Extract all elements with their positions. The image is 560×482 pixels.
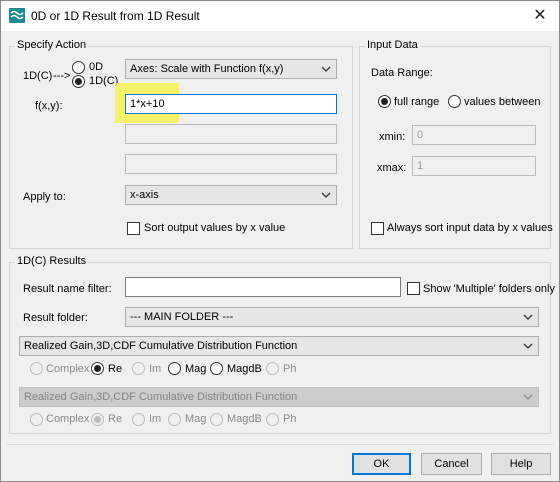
data-range-label: Data Range: [371, 67, 433, 79]
r2-radio-magdb[interactable] [210, 413, 223, 426]
r2-radio-ph[interactable] [266, 413, 279, 426]
r1-radio-re[interactable] [91, 362, 104, 375]
fxy-input[interactable]: 1*x+10 [125, 94, 337, 114]
apply-to-label: Apply to: [23, 191, 66, 203]
r1-radio-magdb[interactable] [210, 362, 223, 375]
footer-divider [7, 444, 553, 445]
xmin-label: xmin: [379, 131, 406, 143]
action-select-value: Axes: Scale with Function f(x,y) [130, 63, 284, 75]
result2-select[interactable]: Realized Gain,3D,CDF Cumulative Distribu… [19, 387, 539, 407]
apply-to-select-value: x-axis [130, 189, 159, 201]
sort-output-checkbox[interactable] [127, 222, 140, 235]
arrow-label: ---> [53, 70, 71, 82]
xmax-value: 1 [417, 160, 424, 172]
r2-complex-label: Complex [46, 413, 90, 425]
values-between-label: values between [464, 96, 541, 108]
result1-select[interactable]: Realized Gain,3D,CDF Cumulative Distribu… [19, 336, 539, 356]
r2-radio-complex[interactable] [30, 413, 43, 426]
r1-radio-ph[interactable] [266, 362, 279, 375]
r2-mag-label: Mag [185, 413, 207, 425]
results-group-label: 1D(C) Results [15, 255, 89, 267]
r1-mag-label: Mag [185, 363, 207, 375]
fxy-label: f(x,y): [35, 100, 63, 112]
xmax-input[interactable]: 1 [412, 156, 536, 176]
folder-label: Result folder: [23, 312, 88, 324]
always-sort-checkbox[interactable] [371, 222, 384, 235]
r1-radio-im[interactable] [132, 362, 145, 375]
r1-radio-complex[interactable] [30, 362, 43, 375]
r2-magdb-label: MagdB [227, 413, 262, 425]
chevron-down-icon [321, 192, 331, 198]
folder-select[interactable]: --- MAIN FOLDER --- [125, 307, 539, 327]
cancel-button[interactable]: Cancel [421, 453, 482, 475]
r1-ph-label: Ph [283, 363, 297, 375]
multiple-only-label: Show 'Multiple' folders only [423, 283, 555, 295]
ok-button[interactable]: OK [352, 453, 411, 475]
xmin-input[interactable]: 0 [412, 125, 536, 145]
chevron-down-icon [523, 394, 533, 400]
radio-1dc-label: 1D(C) [89, 75, 119, 87]
r2-radio-mag[interactable] [168, 413, 181, 426]
xmin-value: 0 [417, 129, 424, 141]
result1-select-value: Realized Gain,3D,CDF Cumulative Distribu… [24, 340, 298, 352]
r2-radio-im[interactable] [132, 413, 145, 426]
name-filter-label: Result name filter: [23, 283, 112, 295]
r2-ph-label: Ph [283, 413, 297, 425]
name-filter-input[interactable] [125, 277, 401, 297]
r1-radio-mag[interactable] [168, 362, 181, 375]
radio-1dc[interactable] [72, 75, 85, 88]
r1-complex-label: Complex [46, 363, 90, 375]
folder-select-value: --- MAIN FOLDER --- [130, 311, 234, 323]
radio-0d[interactable] [72, 61, 85, 74]
r1-re-label: Re [108, 363, 123, 375]
dialog-window: 0D or 1D Result from 1D Result ✕ Specify… [0, 0, 560, 482]
radio-full-range[interactable] [378, 95, 391, 108]
extra-function-field-2[interactable] [125, 154, 337, 174]
r2-radio-re[interactable] [91, 413, 104, 426]
source-type-label: 1D(C) [23, 70, 53, 82]
always-sort-label: Always sort input data by x values [387, 222, 553, 234]
chevron-down-icon [321, 66, 331, 72]
radio-values-between[interactable] [448, 95, 461, 108]
specify-action-label: Specify Action [15, 39, 89, 51]
r2-im-label: Im [149, 413, 162, 425]
chevron-down-icon [523, 314, 533, 320]
r2-re-label: Re [108, 413, 123, 425]
extra-function-field-1[interactable] [125, 124, 337, 144]
r1-magdb-label: MagdB [227, 363, 262, 375]
apply-to-select[interactable]: x-axis [125, 185, 337, 205]
full-range-label: full range [394, 96, 440, 108]
r1-im-label: Im [149, 363, 162, 375]
window-title: 0D or 1D Result from 1D Result [31, 9, 200, 23]
xmax-label: xmax: [377, 162, 407, 174]
result2-select-value: Realized Gain,3D,CDF Cumulative Distribu… [24, 391, 298, 403]
title-bar[interactable]: 0D or 1D Result from 1D Result ✕ [1, 1, 559, 31]
help-button[interactable]: Help [491, 453, 551, 475]
app-icon [9, 8, 25, 23]
radio-0d-label: 0D [89, 61, 104, 73]
sort-output-label: Sort output values by x value [144, 222, 286, 234]
action-select[interactable]: Axes: Scale with Function f(x,y) [125, 59, 337, 79]
chevron-down-icon [523, 343, 533, 349]
multiple-only-checkbox[interactable] [407, 282, 420, 295]
fxy-input-value: 1*x+10 [130, 98, 165, 110]
close-icon[interactable]: ✕ [529, 5, 551, 27]
input-data-label: Input Data [365, 39, 420, 51]
